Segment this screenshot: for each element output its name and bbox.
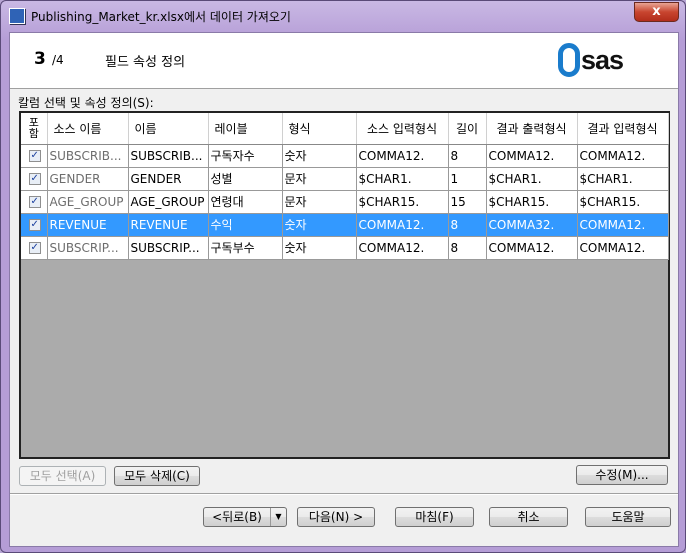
sas-logo-mark-icon [558, 43, 580, 77]
source-cell[interactable]: SUBSCRIP... [47, 236, 129, 260]
column-header[interactable]: 결과 입력형식 [577, 113, 669, 145]
length-cell[interactable]: 8 [448, 236, 487, 260]
length-cell[interactable]: 8 [448, 213, 487, 237]
label-cell[interactable]: 연령대 [208, 190, 283, 214]
table-row[interactable]: ✓ SUBSCRIP... SUBSCRIP... 구독부수 숫자 COMMA12. 8 CO… [21, 236, 669, 260]
include-cell: ✓ [21, 213, 48, 237]
length-cell[interactable]: 1 [448, 167, 487, 191]
column-header[interactable]: 레이블 [208, 113, 283, 145]
dropdown-arrow-icon[interactable]: ▼ [270, 508, 286, 526]
label-cell[interactable]: 수익 [208, 213, 283, 237]
include-cell: ✓ [21, 190, 48, 214]
select-all-button[interactable]: 모두 선택(A) [19, 466, 106, 486]
format-cell[interactable]: COMMA12. [486, 236, 578, 260]
out_informat-cell[interactable]: $CHAR15. [577, 190, 669, 214]
out_informat-cell[interactable]: COMMA12. [577, 236, 669, 260]
name-cell[interactable]: SUBSCRIB... [128, 144, 209, 168]
informat-cell[interactable]: COMMA12. [356, 213, 449, 237]
include-checkbox[interactable]: ✓ [28, 172, 41, 185]
source-cell[interactable]: REVENUE [47, 213, 129, 237]
dialog-client: 3 /4 필드 속성 정의 sas 칼럼 선택 및 속성 정의(S): 포 함소… [9, 32, 679, 547]
help-button[interactable]: 도움말 [585, 507, 671, 527]
include-checkbox[interactable]: ✓ [28, 149, 41, 162]
back-button[interactable]: <뒤로(B) ▼ [203, 507, 287, 527]
page-title: 필드 속성 정의 [105, 55, 186, 70]
title-bar: Publishing_Market_kr.xlsx에서 데이터 가져오기 [9, 5, 291, 27]
name-cell[interactable]: GENDER [128, 167, 209, 191]
source-cell[interactable]: SUBSCRIB... [47, 144, 129, 168]
column-header[interactable]: 소스 이름 [47, 113, 129, 145]
grid-label: 칼럼 선택 및 속성 정의(S): [18, 96, 154, 110]
table-row[interactable]: ✓ SUBSCRIB... SUBSCRIB... 구독자수 숫자 COMMA12. 8 CO… [21, 144, 669, 168]
format-cell[interactable]: $CHAR15. [486, 190, 578, 214]
sas-logo-text: sas [581, 44, 624, 75]
name-cell[interactable]: SUBSCRIP... [128, 236, 209, 260]
include-checkbox[interactable]: ✓ [28, 218, 41, 231]
length-cell[interactable]: 15 [448, 190, 487, 214]
column-header[interactable]: 형식 [282, 113, 357, 145]
type-cell[interactable]: 문자 [282, 167, 357, 191]
step-total: /4 [52, 53, 64, 67]
include-cell: ✓ [21, 236, 48, 260]
column-header[interactable]: 길이 [448, 113, 487, 145]
type-cell[interactable]: 문자 [282, 190, 357, 214]
informat-cell[interactable]: $CHAR1. [356, 167, 449, 191]
column-header[interactable]: 이름 [128, 113, 209, 145]
table-row[interactable]: ✓ AGE_GROUP AGE_GROUP 연령대 문자 $CHAR15. 15 $CHAR1… [21, 190, 669, 214]
back-label: <뒤로(B) [212, 510, 262, 524]
format-cell[interactable]: COMMA32. [486, 213, 578, 237]
length-cell[interactable]: 8 [448, 144, 487, 168]
column-grid[interactable]: 포 함 소스 이름 이름 레이블 형식 소스 입력형식 길이 결과 출력형식 결과 입력형식 ✓… [19, 111, 670, 459]
format-cell[interactable]: COMMA12. [486, 144, 578, 168]
column-header[interactable]: 포 함 [21, 113, 48, 145]
source-cell[interactable]: GENDER [47, 167, 129, 191]
sas-logo: sas [558, 43, 624, 77]
window-title: Publishing_Market_kr.xlsx에서 데이터 가져오기 [31, 9, 291, 24]
type-cell[interactable]: 숫자 [282, 213, 357, 237]
label-cell[interactable]: 성별 [208, 167, 283, 191]
type-cell[interactable]: 숫자 [282, 144, 357, 168]
source-cell[interactable]: AGE_GROUP [47, 190, 129, 214]
column-header[interactable]: 소스 입력형식 [356, 113, 449, 145]
include-cell: ✓ [21, 167, 48, 191]
step-number: 3 [34, 49, 46, 69]
name-cell[interactable]: REVENUE [128, 213, 209, 237]
app-icon [9, 8, 25, 24]
close-button[interactable]: x [634, 2, 679, 22]
label-cell[interactable]: 구독자수 [208, 144, 283, 168]
label-cell[interactable]: 구독부수 [208, 236, 283, 260]
finish-button[interactable]: 마침(F) [395, 507, 474, 527]
include-checkbox[interactable]: ✓ [28, 241, 41, 254]
separator [10, 493, 678, 495]
informat-cell[interactable]: $CHAR15. [356, 190, 449, 214]
name-cell[interactable]: AGE_GROUP [128, 190, 209, 214]
include-cell: ✓ [21, 144, 48, 168]
informat-cell[interactable]: COMMA12. [356, 144, 449, 168]
dialog-window: Publishing_Market_kr.xlsx에서 데이터 가져오기 x 3… [0, 0, 686, 553]
type-cell[interactable]: 숫자 [282, 236, 357, 260]
column-header[interactable]: 결과 출력형식 [486, 113, 578, 145]
informat-cell[interactable]: COMMA12. [356, 236, 449, 260]
next-button[interactable]: 다음(N) > [297, 507, 375, 527]
include-checkbox[interactable]: ✓ [28, 195, 41, 208]
table-row[interactable]: ✓ GENDER GENDER 성별 문자 $CHAR1. 1 $CHAR1. $CHAR1. [21, 167, 669, 191]
out_informat-cell[interactable]: $CHAR1. [577, 167, 669, 191]
format-cell[interactable]: $CHAR1. [486, 167, 578, 191]
wizard-header: 3 /4 필드 속성 정의 sas [10, 33, 678, 89]
clear-all-button[interactable]: 모두 삭제(C) [114, 466, 200, 486]
out_informat-cell[interactable]: COMMA12. [577, 144, 669, 168]
table-row[interactable]: ✓ REVENUE REVENUE 수익 숫자 COMMA12. 8 COMMA32. COMM… [21, 213, 669, 237]
modify-button[interactable]: 수정(M)... [576, 465, 668, 485]
cancel-button[interactable]: 취소 [489, 507, 568, 527]
out_informat-cell[interactable]: COMMA12. [577, 213, 669, 237]
